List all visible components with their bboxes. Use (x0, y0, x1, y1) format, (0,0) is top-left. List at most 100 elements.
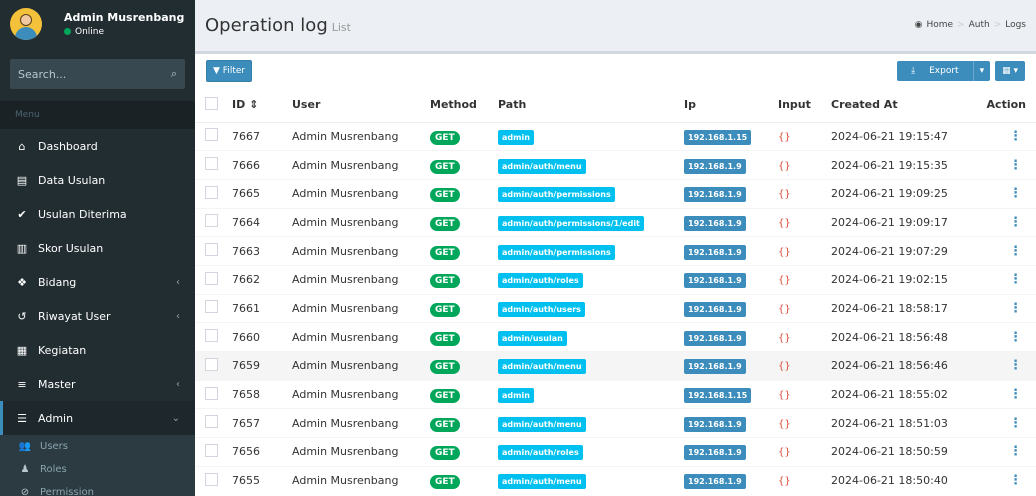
cell-created: 2024-06-21 18:50:59 (831, 445, 948, 459)
sidebar-subitem-permission[interactable]: ⊘ Permission (0, 481, 195, 496)
select-all-checkbox[interactable] (205, 96, 218, 110)
kebab-menu-icon[interactable]: ⋮ (1009, 158, 1022, 173)
kebab-menu-icon[interactable]: ⋮ (1009, 244, 1022, 259)
kebab-menu-icon[interactable]: ⋮ (1009, 330, 1022, 345)
input-value[interactable]: {} (778, 333, 791, 344)
page-subtitle: List (331, 20, 351, 34)
row-checkbox[interactable] (205, 357, 218, 371)
row-checkbox[interactable] (205, 472, 218, 486)
sidebar-item-kegiatan[interactable]: ▦ Kegiatan (0, 333, 195, 367)
input-value[interactable]: {} (778, 189, 791, 200)
input-value[interactable]: {} (778, 390, 791, 401)
input-value[interactable]: {} (778, 476, 791, 487)
table-row[interactable]: 7658 Admin Musrenbang GET admin 192.168.1.15… (195, 380, 1036, 409)
sidebar-item-admin[interactable]: ☰ Admin ⌄ (0, 401, 195, 435)
kebab-menu-icon[interactable]: ⋮ (1009, 387, 1022, 402)
search-input[interactable] (18, 67, 158, 81)
filter-button[interactable]: ▼ Filter (206, 60, 253, 82)
cell-id: 7656 (232, 445, 260, 459)
breadcrumb-home[interactable]: Home (926, 20, 953, 30)
row-checkbox[interactable] (205, 415, 218, 429)
path-badge: admin (498, 129, 534, 145)
kebab-menu-icon[interactable]: ⋮ (1009, 358, 1022, 373)
cell-created: 2024-06-21 19:07:29 (831, 244, 948, 258)
ip-badge: 192.168.1.9 (684, 273, 746, 289)
cell-id: 7658 (232, 388, 260, 402)
method-badge: GET (430, 274, 460, 289)
search-icon[interactable]: ⌕ (171, 67, 177, 81)
sidebar-item-riwayat-user[interactable]: ↺ Riwayat User ‹ (0, 299, 195, 333)
method-badge: GET (430, 389, 460, 404)
main-content: Operation log List ◉ Home > Auth > Logs ▼… (195, 0, 1036, 496)
columns-button[interactable]: ▦ ▾ (995, 61, 1025, 81)
table-row[interactable]: 7656 Admin Musrenbang GET admin/auth/roles 1… (195, 437, 1036, 467)
admin-submenu: 👥 Users ♟ Roles ⊘ Permission (0, 435, 195, 496)
row-checkbox[interactable] (205, 128, 218, 142)
sidebar-item-bidang[interactable]: ❖ Bidang ‹ (0, 265, 195, 299)
row-checkbox[interactable] (205, 243, 218, 257)
row-checkbox[interactable] (205, 300, 218, 314)
table-row[interactable]: 7660 Admin Musrenbang GET admin/usulan 192.1… (195, 322, 1036, 352)
avatar[interactable] (10, 7, 42, 40)
sidebar-item-usulan-diterima[interactable]: ✔ Usulan Diterima (0, 197, 195, 231)
table-row[interactable]: 7659 Admin Musrenbang GET admin/auth/menu 19… (195, 351, 1036, 381)
cell-user: Admin Musrenbang (292, 474, 399, 488)
input-value[interactable]: {} (778, 275, 791, 286)
sidebar-item-dashboard[interactable]: ⌂ Dashboard (0, 129, 195, 163)
table-row[interactable]: 7661 Admin Musrenbang GET admin/auth/users 1… (195, 294, 1036, 323)
row-checkbox[interactable] (205, 443, 218, 457)
kebab-menu-icon[interactable]: ⋮ (1009, 444, 1022, 459)
table-row[interactable]: 7664 Admin Musrenbang GET admin/auth/permis… (195, 208, 1036, 237)
input-value[interactable]: {} (778, 161, 791, 172)
table-row[interactable]: 7667 Admin Musrenbang GET admin 192.168.1.15… (195, 122, 1036, 151)
breadcrumb-auth[interactable]: Auth (969, 20, 990, 30)
cell-id: 7663 (232, 244, 260, 258)
kebab-menu-icon[interactable]: ⋮ (1009, 129, 1022, 144)
input-value[interactable]: {} (778, 247, 791, 258)
cell-user: Admin Musrenbang (292, 359, 399, 373)
table-row[interactable]: 7662 Admin Musrenbang GET admin/auth/roles 1… (195, 265, 1036, 294)
row-checkbox[interactable] (205, 185, 218, 199)
input-value[interactable]: {} (778, 419, 791, 430)
table-row[interactable]: 7657 Admin Musrenbang GET admin/auth/menu 19… (195, 408, 1036, 438)
path-badge: admin/auth/permissions (498, 244, 615, 260)
sidebar-subitem-users[interactable]: 👥 Users (0, 435, 195, 458)
sidebar-item-skor-usulan[interactable]: ▥ Skor Usulan (0, 231, 195, 265)
kebab-menu-icon[interactable]: ⋮ (1009, 416, 1022, 431)
row-checkbox[interactable] (205, 271, 218, 285)
input-value[interactable]: {} (778, 132, 791, 143)
cell-id: 7662 (232, 273, 260, 287)
sidebar-subitem-roles[interactable]: ♟ Roles (0, 458, 195, 481)
sidebar-item-label: Kegiatan (38, 343, 87, 357)
ip-badge: 192.168.1.9 (684, 474, 746, 490)
bar-chart-icon: ▥ (16, 241, 28, 255)
sidebar-subitem-label: Roles (40, 464, 67, 475)
col-id[interactable]: ID ⇕ (232, 88, 292, 123)
export-button[interactable]: ⤓ Export ▾ (897, 61, 991, 81)
row-checkbox[interactable] (205, 214, 218, 228)
method-badge: GET (430, 446, 460, 461)
user-panel: Admin Musrenbang Online (0, 0, 195, 47)
row-checkbox[interactable] (205, 157, 218, 171)
sidebar-item-master[interactable]: ≡ Master ‹ (0, 367, 195, 401)
kebab-menu-icon[interactable]: ⋮ (1009, 301, 1022, 316)
row-checkbox[interactable] (205, 386, 218, 400)
sidebar-item-data-usulan[interactable]: ▤ Data Usulan (0, 163, 195, 197)
input-value[interactable]: {} (778, 361, 791, 372)
input-value[interactable]: {} (778, 304, 791, 315)
input-value[interactable]: {} (778, 447, 791, 458)
online-dot-icon (64, 28, 71, 35)
breadcrumb: ◉ Home > Auth > Logs (914, 20, 1026, 30)
table-row[interactable]: 7663 Admin Musrenbang GET admin/auth/permis… (195, 236, 1036, 266)
kebab-menu-icon[interactable]: ⋮ (1009, 473, 1022, 488)
table-row[interactable]: 7655 Admin Musrenbang GET admin/auth/menu 19… (195, 466, 1036, 495)
table-row[interactable]: 7666 Admin Musrenbang GET admin/auth/menu 19… (195, 150, 1036, 180)
method-badge: GET (430, 216, 460, 231)
row-checkbox[interactable] (205, 329, 218, 343)
kebab-menu-icon[interactable]: ⋮ (1009, 272, 1022, 287)
table-row[interactable]: 7665 Admin Musrenbang GET admin/auth/permis… (195, 179, 1036, 208)
input-value[interactable]: {} (778, 218, 791, 229)
kebab-menu-icon[interactable]: ⋮ (1009, 186, 1022, 201)
kebab-menu-icon[interactable]: ⋮ (1009, 215, 1022, 230)
path-badge: admin/auth/menu (498, 359, 586, 375)
